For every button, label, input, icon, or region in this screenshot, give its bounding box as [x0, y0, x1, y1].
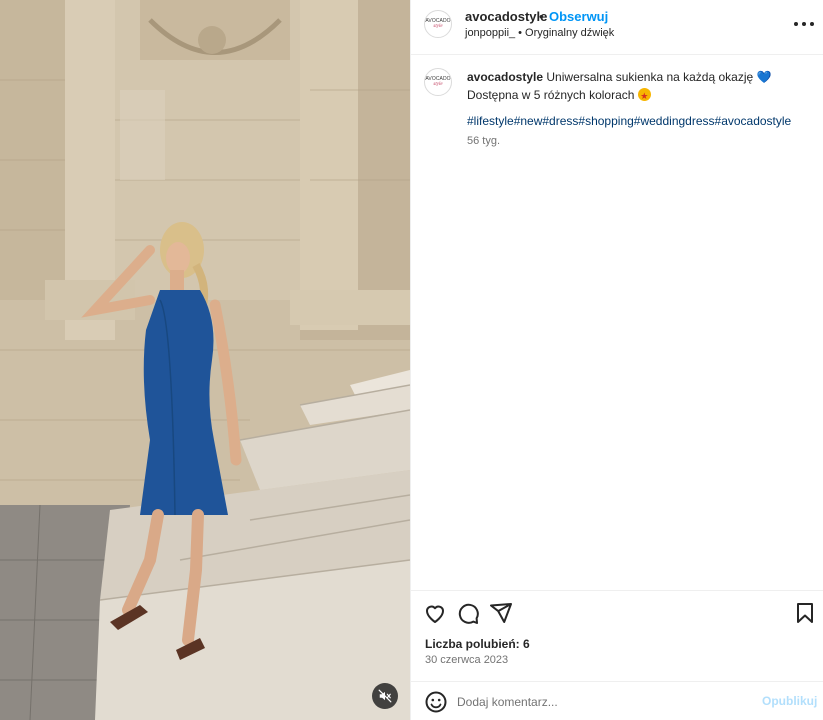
hashtag-link[interactable]: #dress [542, 114, 578, 128]
post-date[interactable]: 30 czerwca 2023 [425, 654, 508, 666]
hashtag-list: #lifestyle#new#dress#shopping#weddingdre… [467, 114, 791, 128]
caption-text: avocadostyle Uniwersalna sukienka na każ… [467, 68, 812, 105]
muted-speaker-icon [378, 689, 392, 703]
audio-separator: • [518, 27, 523, 39]
comment-bar: Opublikuj [411, 681, 823, 720]
post-details-panel: AVOCADO style avocadostyle • Obserwuj jo… [410, 0, 823, 720]
caption-timestamp[interactable]: 56 tyg. [467, 135, 500, 147]
share-icon[interactable] [489, 601, 513, 625]
more-dot-icon [810, 22, 814, 26]
heart-icon[interactable] [423, 601, 447, 625]
more-options-button[interactable] [794, 17, 814, 31]
hashtag-link[interactable]: #lifestyle [467, 114, 514, 128]
avatar-logo-script: style [433, 23, 443, 29]
audio-label-link[interactable]: Oryginalny dźwięk [525, 27, 614, 39]
comment-input[interactable] [457, 689, 747, 715]
publish-button[interactable]: Opublikuj [762, 694, 817, 708]
avatar-logo-script: style [433, 81, 443, 87]
post-actions: Liczba polubień: 6 30 czerwca 2023 Opubl… [411, 590, 823, 720]
caption-line-2: Dostępna w 5 różnych kolorach [467, 88, 635, 102]
comment-icon[interactable] [456, 601, 480, 625]
caption-line-1: Uniwersalna sukienka na każdą okazję [546, 70, 754, 84]
avatar[interactable]: AVOCADO style [424, 10, 452, 38]
bookmark-icon[interactable] [793, 601, 817, 625]
hashtag-link[interactable]: #weddingdress [634, 114, 715, 128]
hashtag-link[interactable]: #shopping [578, 114, 633, 128]
more-dot-icon [802, 22, 806, 26]
hashtag-link[interactable]: #new [514, 114, 543, 128]
emoji-smile-icon[interactable] [424, 690, 448, 714]
post-media[interactable] [0, 0, 410, 720]
caption-avatar[interactable]: AVOCADO style [424, 68, 452, 96]
username-link[interactable]: avocadostyle [465, 9, 547, 24]
post-photo [0, 0, 410, 720]
separator-dot: • [539, 9, 544, 24]
audio-user-link[interactable]: jonpoppii_ [465, 27, 515, 39]
caption-username[interactable]: avocadostyle [467, 70, 543, 84]
star-struck-emoji-icon [637, 87, 651, 105]
blue-heart-emoji: 💙 [756, 70, 772, 84]
follow-button[interactable]: Obserwuj [549, 9, 608, 24]
likes-count[interactable]: Liczba polubień: 6 [425, 637, 530, 651]
mute-button[interactable] [372, 683, 398, 709]
hashtag-link[interactable]: #avocadostyle [715, 114, 792, 128]
audio-info: jonpoppii_ • Oryginalny dźwięk [465, 27, 614, 39]
more-dot-icon [794, 22, 798, 26]
post-header: AVOCADO style avocadostyle • Obserwuj jo… [411, 0, 823, 55]
